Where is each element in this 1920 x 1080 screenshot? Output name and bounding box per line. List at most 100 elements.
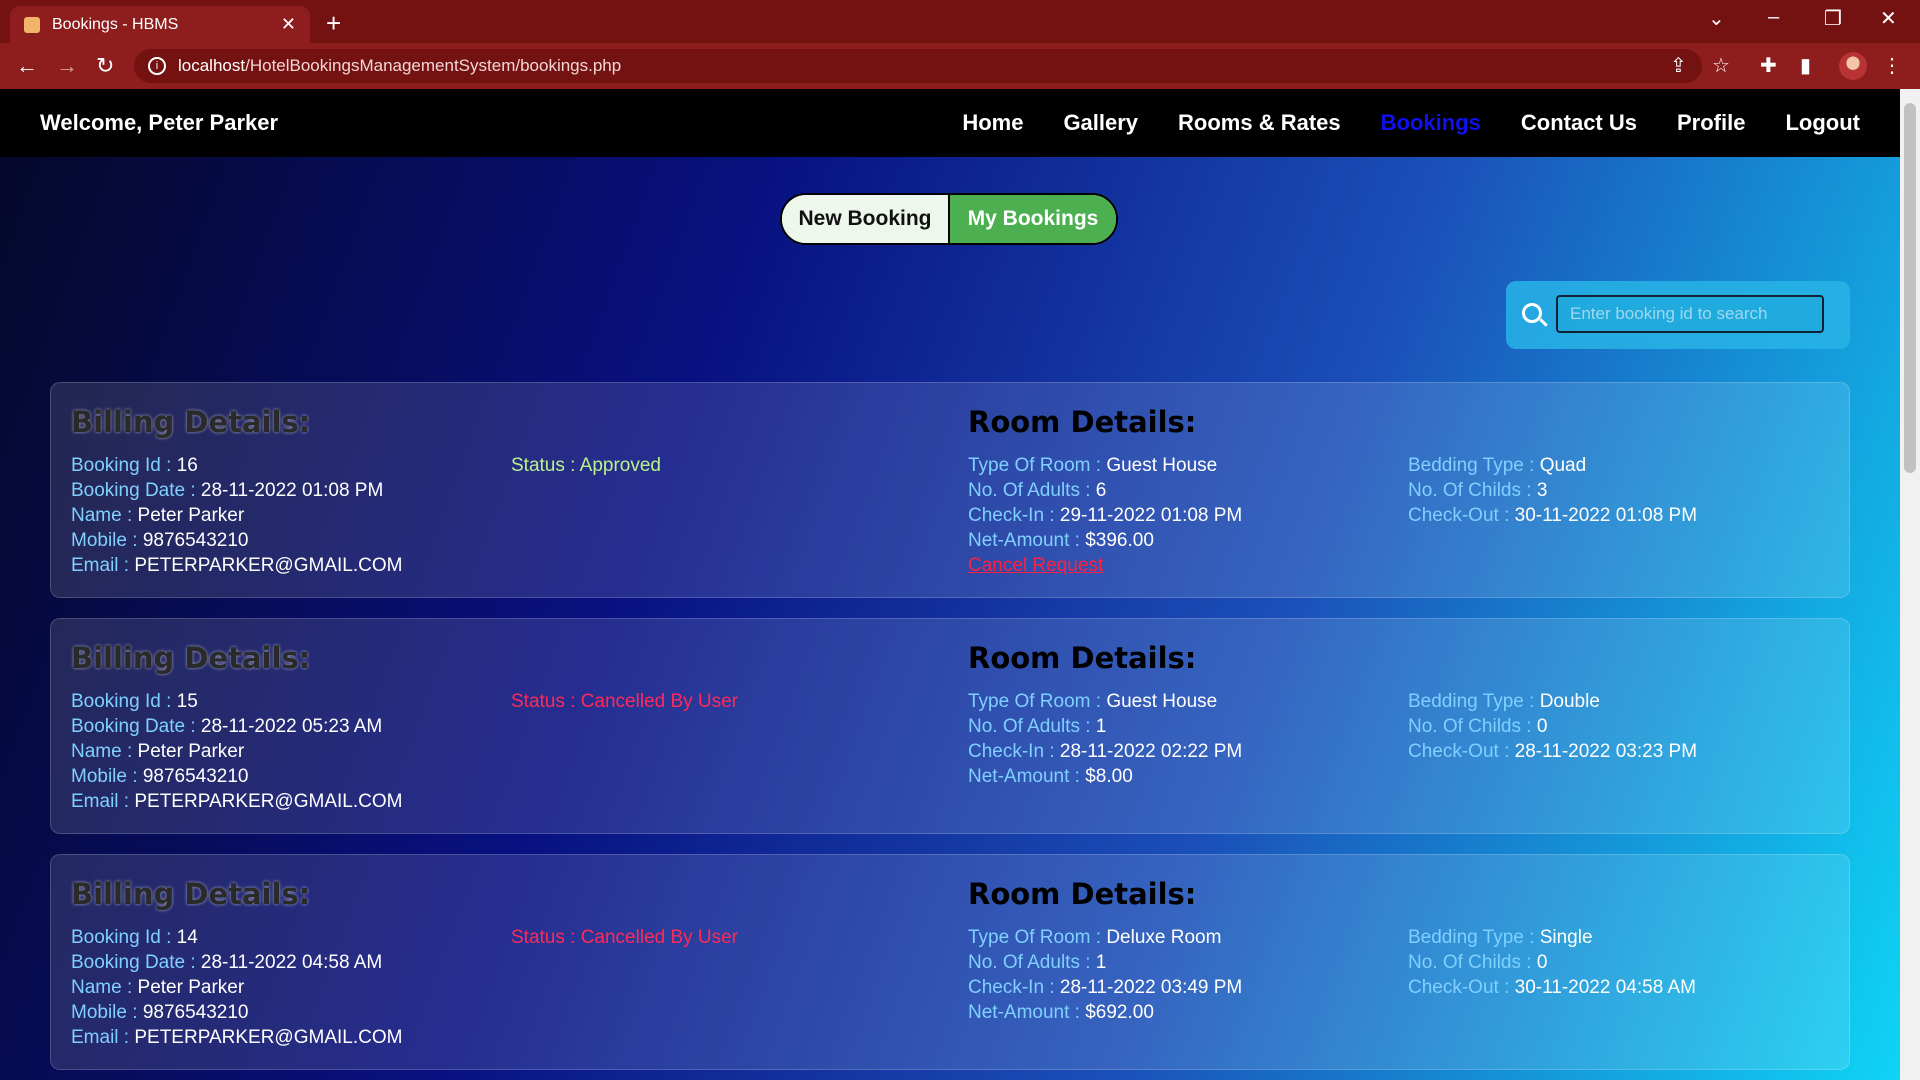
- site-info-icon[interactable]: i: [148, 57, 166, 75]
- mobile-label: Mobile :: [71, 766, 143, 787]
- extensions-icon[interactable]: ✚: [1760, 53, 1777, 78]
- childs-label: No. Of Childs :: [1408, 480, 1537, 501]
- name-label: Name :: [71, 977, 138, 998]
- welcome-text: Welcome, Peter Parker: [40, 110, 279, 135]
- booking-id-label: Booking Id :: [71, 455, 177, 476]
- profile-avatar[interactable]: [1839, 52, 1867, 80]
- booking-date-label: Booking Date :: [71, 716, 201, 737]
- room-heading: Room Details:: [968, 877, 1197, 911]
- forward-icon[interactable]: →: [56, 53, 78, 79]
- name-value: Peter Parker: [137, 505, 245, 526]
- status-label: Status :: [511, 455, 580, 476]
- check-out-label: Check-Out :: [1408, 505, 1515, 526]
- room-fields: Type Of Room : Guest House No. Of Adults…: [968, 689, 1242, 789]
- booking-date-label: Booking Date :: [71, 952, 201, 973]
- adults-label: No. Of Adults :: [968, 480, 1096, 501]
- nav-link-gallery[interactable]: Gallery: [1063, 110, 1138, 136]
- billing-heading: Billing Details:: [71, 641, 311, 675]
- address-bar[interactable]: i localhost/HotelBookingsManagementSyste…: [134, 49, 1702, 83]
- net-amount-label: Net-Amount :: [968, 1002, 1086, 1023]
- childs-label: No. Of Childs :: [1408, 952, 1537, 973]
- name-value: Peter Parker: [137, 741, 245, 762]
- nav-link-contact[interactable]: Contact Us: [1521, 110, 1637, 136]
- mobile-value: 9876543210: [142, 530, 249, 551]
- scrollbar-thumb[interactable]: [1904, 103, 1916, 473]
- booking-id-value: 15: [176, 691, 198, 712]
- booking-id-value: 14: [176, 927, 198, 948]
- new-booking-button[interactable]: New Booking: [782, 195, 950, 243]
- nav-link-home[interactable]: Home: [962, 110, 1023, 136]
- mobile-label: Mobile :: [71, 530, 143, 551]
- room-type-value: Guest House: [1106, 455, 1218, 476]
- room-type-label: Type Of Room :: [968, 455, 1107, 476]
- adults-value: 1: [1095, 716, 1107, 737]
- check-in-value: 29-11-2022 01:08 PM: [1059, 505, 1243, 526]
- nav-link-rooms-rates[interactable]: Rooms & Rates: [1178, 110, 1341, 136]
- bedding-label: Bedding Type :: [1408, 691, 1540, 712]
- email-value: PETERPARKER@GMAIL.COM: [134, 1027, 403, 1048]
- new-tab-icon[interactable]: +: [326, 8, 341, 39]
- search-panel: [1506, 281, 1850, 349]
- check-out-value: 30-11-2022 04:58 AM: [1514, 977, 1696, 998]
- my-bookings-button[interactable]: My Bookings: [950, 195, 1116, 243]
- mobile-value: 9876543210: [142, 1002, 249, 1023]
- billing-fields: Booking Id : 14 Booking Date : 28-11-202…: [71, 925, 402, 1050]
- check-in-label: Check-In :: [968, 505, 1060, 526]
- back-icon[interactable]: ←: [16, 53, 38, 79]
- page-scrollbar[interactable]: [1900, 89, 1920, 1080]
- childs-label: No. Of Childs :: [1408, 716, 1537, 737]
- room-type-label: Type Of Room :: [968, 691, 1107, 712]
- booking-search-input[interactable]: [1556, 295, 1824, 333]
- check-in-value: 28-11-2022 02:22 PM: [1059, 741, 1243, 762]
- share-icon[interactable]: ⇪: [1670, 53, 1687, 78]
- nav-link-profile[interactable]: Profile: [1677, 110, 1745, 136]
- net-amount-value: $692.00: [1085, 1002, 1154, 1023]
- status-badge: Status : Cancelled By User: [511, 689, 738, 714]
- booking-id-label: Booking Id :: [71, 691, 177, 712]
- cancel-request-link[interactable]: Cancel Request: [968, 555, 1103, 576]
- bedding-label: Bedding Type :: [1408, 455, 1540, 476]
- room-extra-fields: Bedding Type : Double No. Of Childs : 0 …: [1408, 689, 1697, 764]
- browser-tab[interactable]: Bookings - HBMS ✕: [10, 6, 310, 43]
- restore-icon[interactable]: ❐: [1824, 6, 1842, 31]
- side-panel-icon[interactable]: ▮: [1800, 53, 1811, 78]
- mobile-value: 9876543210: [142, 766, 249, 787]
- bedding-value: Quad: [1539, 455, 1587, 476]
- nav-link-logout[interactable]: Logout: [1785, 110, 1860, 136]
- billing-fields: Booking Id : 15 Booking Date : 28-11-202…: [71, 689, 402, 814]
- check-out-value: 28-11-2022 03:23 PM: [1514, 741, 1698, 762]
- net-amount-label: Net-Amount :: [968, 766, 1086, 787]
- check-in-value: 28-11-2022 03:49 PM: [1059, 977, 1243, 998]
- childs-value: 3: [1536, 480, 1548, 501]
- room-type-label: Type Of Room :: [968, 927, 1107, 948]
- minimize-icon[interactable]: –: [1768, 6, 1779, 29]
- booking-card: Billing Details: Room Details: Booking I…: [50, 618, 1850, 834]
- booking-card: Billing Details: Room Details: Booking I…: [50, 382, 1850, 598]
- email-value: PETERPARKER@GMAIL.COM: [134, 791, 403, 812]
- check-out-label: Check-Out :: [1408, 741, 1515, 762]
- bookmark-star-icon[interactable]: ☆: [1712, 53, 1730, 78]
- booking-id-value: 16: [176, 455, 198, 476]
- name-value: Peter Parker: [137, 977, 245, 998]
- search-icon: [1522, 303, 1542, 323]
- reload-icon[interactable]: ↻: [96, 53, 114, 79]
- status-value: Cancelled By User: [580, 691, 739, 712]
- booking-date-label: Booking Date :: [71, 480, 201, 501]
- close-tab-icon[interactable]: ✕: [281, 14, 296, 35]
- close-window-icon[interactable]: ✕: [1880, 6, 1897, 31]
- adults-label: No. Of Adults :: [968, 716, 1096, 737]
- billing-heading: Billing Details:: [71, 877, 311, 911]
- tab-search-chevron-icon[interactable]: ⌄: [1708, 6, 1725, 31]
- email-value: PETERPARKER@GMAIL.COM: [134, 555, 403, 576]
- browser-menu-icon[interactable]: ⋮: [1882, 53, 1902, 78]
- check-in-label: Check-In :: [968, 977, 1060, 998]
- bedding-value: Double: [1539, 691, 1600, 712]
- booking-date-value: 28-11-2022 05:23 AM: [200, 716, 383, 737]
- nav-link-bookings[interactable]: Bookings: [1381, 110, 1481, 136]
- bedding-value: Single: [1539, 927, 1593, 948]
- page-viewport: Welcome, Peter Parker Home Gallery Rooms…: [0, 89, 1900, 1080]
- booking-view-toggle: New Booking My Bookings: [780, 193, 1118, 245]
- email-label: Email :: [71, 791, 135, 812]
- browser-toolbar: ← → ↻ i localhost/HotelBookingsManagemen…: [0, 43, 1920, 89]
- adults-value: 6: [1095, 480, 1107, 501]
